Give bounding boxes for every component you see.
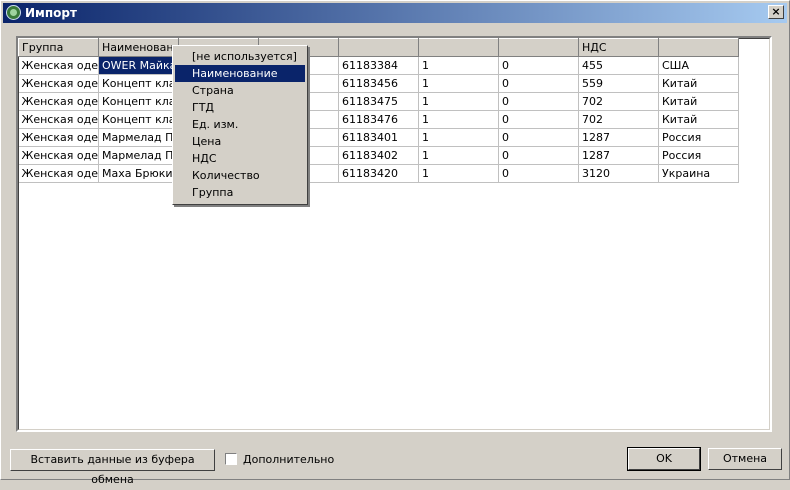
grid-cell[interactable]: 1 <box>418 74 499 93</box>
grid-cell[interactable]: Украина <box>658 164 739 183</box>
paste-from-clipboard-button[interactable]: Вставить данные из буфера обмена <box>10 449 215 486</box>
grid-cell[interactable]: 1 <box>418 164 499 183</box>
grid-cell[interactable]: 0 <box>498 56 579 75</box>
grid-cell[interactable]: США <box>658 56 739 75</box>
grid-cell[interactable]: Китай <box>658 74 739 93</box>
grid-cell[interactable]: 1 <box>418 110 499 129</box>
app-icon <box>6 5 21 20</box>
grid-cell[interactable]: Россия <box>658 146 739 165</box>
menu-item[interactable]: Группа <box>175 184 305 201</box>
grid-cell[interactable]: Россия <box>658 128 739 147</box>
grid-cell[interactable]: Женская одежда <box>18 128 99 147</box>
grid-cell[interactable]: OWER Майка <box>98 56 179 75</box>
grid-cell[interactable]: Мармелад Пл <box>98 128 179 147</box>
grid-cell[interactable]: Женская одежда <box>18 164 99 183</box>
close-button[interactable]: × <box>768 5 784 19</box>
grid-cell[interactable]: 0 <box>498 146 579 165</box>
window-title: Импорт <box>25 6 77 20</box>
grid-cell[interactable]: Женская одежда <box>18 74 99 93</box>
grid-cell[interactable]: 61183456 <box>338 74 419 93</box>
grid-cell[interactable]: Женская одежда <box>18 56 99 75</box>
menu-item[interactable]: Количество <box>175 167 305 184</box>
column-header[interactable] <box>498 38 579 57</box>
menu-item[interactable]: НДС <box>175 150 305 167</box>
grid-cell[interactable]: 61183476 <box>338 110 419 129</box>
advanced-checkbox-label[interactable]: Дополнительно <box>243 453 334 466</box>
column-header[interactable]: Наименование <box>98 38 179 57</box>
grid-cell[interactable]: 1 <box>418 92 499 111</box>
title-bar: Импорт × <box>3 3 787 23</box>
table-row[interactable]: Женская одеждаМармелад Пл 61183402101287Р… <box>18 146 739 165</box>
grid-cell[interactable]: 61183384 <box>338 56 419 75</box>
grid-cell[interactable]: Концепт клаб <box>98 110 179 129</box>
grid-cell[interactable]: Женская одежда <box>18 110 99 129</box>
data-grid[interactable]: ГруппаНаименованиеНДС Женская одеждаOWER… <box>16 36 772 432</box>
grid-cell[interactable]: 702 <box>578 110 659 129</box>
grid-table: ГруппаНаименованиеНДС Женская одеждаOWER… <box>18 38 739 183</box>
grid-cell[interactable]: 3120 <box>578 164 659 183</box>
grid-cell[interactable]: 559 <box>578 74 659 93</box>
grid-cell[interactable]: 455 <box>578 56 659 75</box>
grid-cell[interactable]: 61183475 <box>338 92 419 111</box>
grid-cell[interactable]: 1287 <box>578 128 659 147</box>
table-row[interactable]: Женская одеждаМаха Брюки 1 61183420103120… <box>18 164 739 183</box>
grid-cell[interactable]: 1 <box>418 56 499 75</box>
column-header[interactable] <box>418 38 499 57</box>
table-row[interactable]: Женская одеждаКонцепт клаб 6118347510702К… <box>18 92 739 111</box>
menu-item[interactable]: ГТД <box>175 99 305 116</box>
grid-cell[interactable]: Концепт клаб <box>98 92 179 111</box>
header-row: ГруппаНаименование НДС <box>18 38 739 57</box>
grid-cell[interactable]: Мармелад Пл <box>98 146 179 165</box>
table-row[interactable]: Женская одеждаКонцепт клаб 6118345610559К… <box>18 74 739 93</box>
grid-cell[interactable]: Маха Брюки 1 <box>98 164 179 183</box>
cancel-button[interactable]: Отмена <box>708 448 782 470</box>
grid-cell[interactable]: 702 <box>578 92 659 111</box>
grid-cell[interactable]: 1287 <box>578 146 659 165</box>
grid-cell[interactable]: Китай <box>658 92 739 111</box>
grid-cell[interactable]: 0 <box>498 164 579 183</box>
table-row[interactable]: Женская одеждаOWER Майка 6118338410455США <box>18 56 739 75</box>
grid-cell[interactable]: 61183420 <box>338 164 419 183</box>
table-row[interactable]: Женская одеждаКонцепт клаб 6118347610702К… <box>18 110 739 129</box>
menu-item[interactable]: Наименование <box>175 65 305 82</box>
grid-cell[interactable]: Женская одежда <box>18 92 99 111</box>
menu-item[interactable]: Страна <box>175 82 305 99</box>
menu-item[interactable]: Цена <box>175 133 305 150</box>
advanced-checkbox[interactable] <box>225 453 237 465</box>
grid-cell[interactable]: Женская одежда <box>18 146 99 165</box>
column-type-menu: [не используется] Наименование Страна ГТД Ед… <box>172 45 308 205</box>
grid-cell[interactable]: 1 <box>418 146 499 165</box>
grid-cell[interactable]: 0 <box>498 92 579 111</box>
column-header[interactable] <box>658 38 739 57</box>
menu-item[interactable]: Ед. изм. <box>175 116 305 133</box>
grid-cell[interactable]: 0 <box>498 74 579 93</box>
column-header[interactable] <box>338 38 419 57</box>
menu-item[interactable]: [не используется] <box>175 48 305 65</box>
table-row[interactable]: Женская одеждаМармелад Пл 61183401101287Р… <box>18 128 739 147</box>
column-header[interactable]: Группа <box>18 38 99 57</box>
grid-cell[interactable]: Китай <box>658 110 739 129</box>
column-header[interactable]: НДС <box>578 38 659 57</box>
grid-cell[interactable]: 0 <box>498 110 579 129</box>
grid-cell[interactable]: 0 <box>498 128 579 147</box>
ok-button[interactable]: OK <box>627 447 701 471</box>
grid-cell[interactable]: 1 <box>418 128 499 147</box>
grid-cell[interactable]: 61183402 <box>338 146 419 165</box>
grid-cell[interactable]: Концепт клаб <box>98 74 179 93</box>
grid-cell[interactable]: 61183401 <box>338 128 419 147</box>
